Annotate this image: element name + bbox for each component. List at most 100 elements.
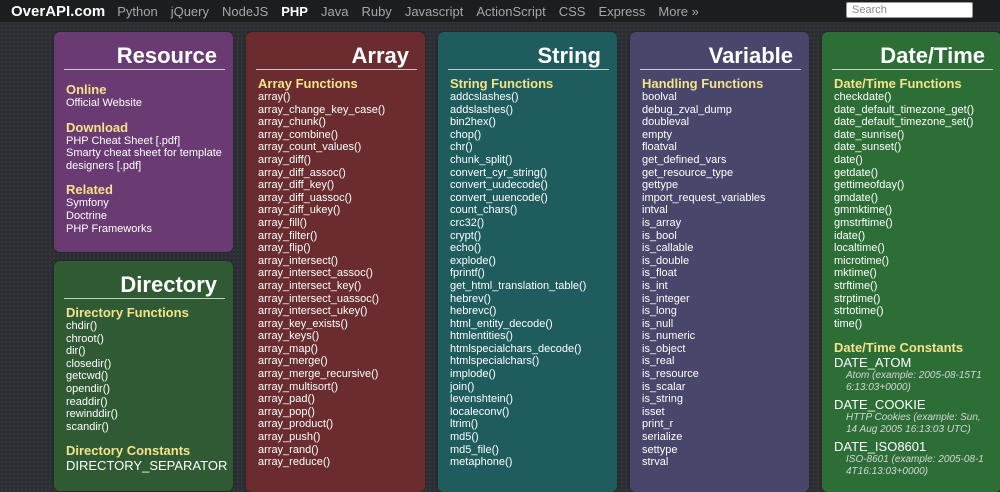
function-link[interactable]: strftime() bbox=[834, 280, 1000, 293]
function-link[interactable]: htmlspecialchars() bbox=[450, 355, 617, 368]
function-link[interactable]: strtotime() bbox=[834, 305, 1000, 318]
function-link[interactable]: array() bbox=[258, 91, 425, 104]
function-link[interactable]: array_rand() bbox=[258, 444, 425, 457]
function-link[interactable]: levenshtein() bbox=[450, 393, 617, 406]
function-link[interactable]: mktime() bbox=[834, 267, 1000, 280]
function-link[interactable]: empty bbox=[642, 129, 809, 142]
function-link[interactable]: array_push() bbox=[258, 431, 425, 444]
function-link[interactable]: intval bbox=[642, 204, 809, 217]
function-link[interactable]: get_defined_vars bbox=[642, 154, 809, 167]
function-link[interactable]: strptime() bbox=[834, 293, 1000, 306]
function-link[interactable]: dir() bbox=[66, 345, 233, 358]
function-link[interactable]: rewinddir() bbox=[66, 408, 233, 421]
function-link[interactable]: array_diff_uassoc() bbox=[258, 192, 425, 205]
nav-link-more[interactable]: More » bbox=[658, 4, 698, 19]
function-link[interactable]: boolval bbox=[642, 91, 809, 104]
function-link[interactable]: is_double bbox=[642, 255, 809, 268]
function-link[interactable]: chop() bbox=[450, 129, 617, 142]
function-link[interactable]: echo() bbox=[450, 242, 617, 255]
function-link[interactable]: strval bbox=[642, 456, 809, 469]
function-link[interactable]: array_merge_recursive() bbox=[258, 368, 425, 381]
function-link[interactable]: is_string bbox=[642, 393, 809, 406]
function-link[interactable]: array_keys() bbox=[258, 330, 425, 343]
function-link[interactable]: metaphone() bbox=[450, 456, 617, 469]
function-link[interactable]: array_diff_key() bbox=[258, 179, 425, 192]
function-link[interactable]: array_change_key_case() bbox=[258, 104, 425, 117]
function-link[interactable]: array_count_values() bbox=[258, 141, 425, 154]
function-link[interactable]: explode() bbox=[450, 255, 617, 268]
function-link[interactable]: getcwd() bbox=[66, 370, 233, 383]
function-link[interactable]: get_resource_type bbox=[642, 167, 809, 180]
function-link[interactable]: count_chars() bbox=[450, 204, 617, 217]
function-link[interactable]: md5() bbox=[450, 431, 617, 444]
resource-link[interactable]: Smarty cheat sheet for template bbox=[66, 147, 233, 160]
nav-link-ruby[interactable]: Ruby bbox=[361, 4, 391, 19]
nav-link-css[interactable]: CSS bbox=[559, 4, 586, 19]
function-link[interactable]: is_numeric bbox=[642, 330, 809, 343]
function-link[interactable]: array_multisort() bbox=[258, 381, 425, 394]
function-link[interactable]: is_real bbox=[642, 355, 809, 368]
nav-link-javascript[interactable]: Javascript bbox=[405, 4, 464, 19]
function-link[interactable]: array_intersect_key() bbox=[258, 280, 425, 293]
function-link[interactable]: readdir() bbox=[66, 396, 233, 409]
function-link[interactable]: array_chunk() bbox=[258, 116, 425, 129]
function-link[interactable]: array_intersect_ukey() bbox=[258, 305, 425, 318]
function-link[interactable]: html_entity_decode() bbox=[450, 318, 617, 331]
resource-link[interactable]: designers [.pdf] bbox=[66, 160, 233, 173]
function-link[interactable]: gmmktime() bbox=[834, 204, 1000, 217]
function-link[interactable]: opendir() bbox=[66, 383, 233, 396]
resource-link[interactable]: Official Website bbox=[66, 97, 233, 110]
function-link[interactable]: scandir() bbox=[66, 421, 233, 434]
search-input[interactable] bbox=[846, 2, 973, 18]
function-link[interactable]: localeconv() bbox=[450, 406, 617, 419]
function-link[interactable]: is_resource bbox=[642, 368, 809, 381]
function-link[interactable]: checkdate() bbox=[834, 91, 1000, 104]
function-link[interactable]: array_intersect_assoc() bbox=[258, 267, 425, 280]
function-link[interactable]: array_diff_ukey() bbox=[258, 204, 425, 217]
function-link[interactable]: fprintf() bbox=[450, 267, 617, 280]
function-link[interactable]: array_combine() bbox=[258, 129, 425, 142]
function-link[interactable]: array_fill() bbox=[258, 217, 425, 230]
function-link[interactable]: bin2hex() bbox=[450, 116, 617, 129]
function-link[interactable]: print_r bbox=[642, 418, 809, 431]
function-link[interactable]: is_callable bbox=[642, 242, 809, 255]
function-link[interactable]: get_html_translation_table() bbox=[450, 280, 617, 293]
function-link[interactable]: array_intersect_uassoc() bbox=[258, 293, 425, 306]
function-link[interactable]: convert_uudecode() bbox=[450, 179, 617, 192]
function-link[interactable]: floatval bbox=[642, 141, 809, 154]
function-link[interactable]: htmlspecialchars_decode() bbox=[450, 343, 617, 356]
function-link[interactable]: settype bbox=[642, 444, 809, 457]
function-link[interactable]: date_default_timezone_set() bbox=[834, 116, 1000, 129]
function-link[interactable]: gettype bbox=[642, 179, 809, 192]
function-link[interactable]: hebrevc() bbox=[450, 305, 617, 318]
function-link[interactable]: getdate() bbox=[834, 167, 1000, 180]
function-link[interactable]: array_reduce() bbox=[258, 456, 425, 469]
function-link[interactable]: hebrev() bbox=[450, 293, 617, 306]
function-link[interactable]: array_pad() bbox=[258, 393, 425, 406]
resource-link[interactable]: Symfony bbox=[66, 197, 233, 210]
function-link[interactable]: date_default_timezone_get() bbox=[834, 104, 1000, 117]
function-link[interactable]: gmstrftime() bbox=[834, 217, 1000, 230]
function-link[interactable]: import_request_variables bbox=[642, 192, 809, 205]
function-link[interactable]: chroot() bbox=[66, 333, 233, 346]
function-link[interactable]: ltrim() bbox=[450, 418, 617, 431]
function-link[interactable]: array_pop() bbox=[258, 406, 425, 419]
site-logo[interactable]: OverAPI.com bbox=[11, 3, 105, 20]
function-link[interactable]: addcslashes() bbox=[450, 91, 617, 104]
function-link[interactable]: is_object bbox=[642, 343, 809, 356]
nav-link-jquery[interactable]: jQuery bbox=[171, 4, 209, 19]
function-link[interactable]: is_int bbox=[642, 280, 809, 293]
function-link[interactable]: time() bbox=[834, 318, 1000, 331]
function-link[interactable]: is_integer bbox=[642, 293, 809, 306]
function-link[interactable]: localtime() bbox=[834, 242, 1000, 255]
function-link[interactable]: md5_file() bbox=[450, 444, 617, 457]
function-link[interactable]: implode() bbox=[450, 368, 617, 381]
function-link[interactable]: array_key_exists() bbox=[258, 318, 425, 331]
function-link[interactable]: array_merge() bbox=[258, 355, 425, 368]
nav-link-actionscript[interactable]: ActionScript bbox=[476, 4, 545, 19]
function-link[interactable]: doubleval bbox=[642, 116, 809, 129]
resource-link[interactable]: Doctrine bbox=[66, 210, 233, 223]
constant-link[interactable]: DATE_ISO8601 bbox=[834, 439, 1000, 454]
resource-link[interactable]: PHP Frameworks bbox=[66, 223, 233, 236]
function-link[interactable]: chr() bbox=[450, 141, 617, 154]
